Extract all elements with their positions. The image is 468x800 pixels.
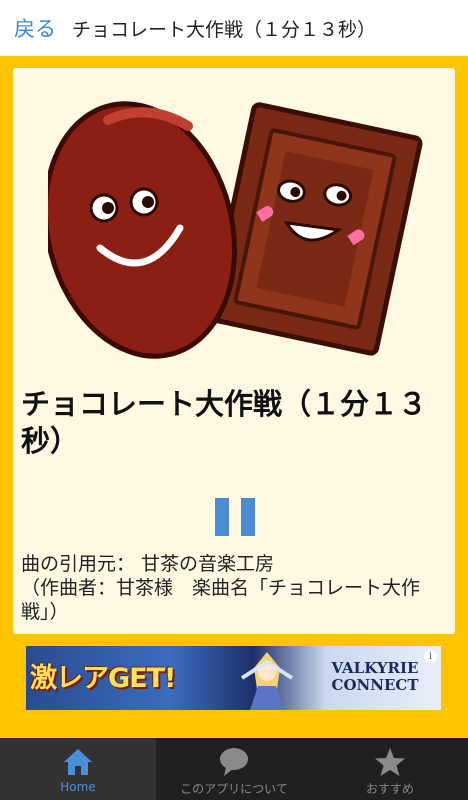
pause-button[interactable]	[215, 498, 255, 536]
speech-bubble-icon	[220, 748, 248, 776]
ad-brand: VALKYRIE CONNECT	[331, 659, 419, 694]
page-title: チョコレート大作戦（１分１３秒）	[72, 18, 377, 41]
home-icon	[64, 749, 92, 775]
top-bar: 戻る チョコレート大作戦（１分１３秒）	[0, 0, 468, 56]
ad-banner[interactable]: 激レアGET! VALKYRIE CONNECT i	[26, 646, 441, 710]
bottom-navigation: Home このアプリについて おすすめ	[0, 738, 468, 800]
back-link[interactable]: 戻る	[14, 13, 56, 43]
nav-about-label: このアプリについて	[180, 782, 288, 796]
pause-bar-right	[241, 498, 255, 536]
nav-recommended[interactable]: おすすめ	[312, 738, 468, 800]
nav-recommended-label: おすすめ	[365, 782, 414, 796]
player-card: チョコレート大作戦（１分１３秒） 曲の引用元： 甘茶の音楽工房 （作曲者：甘茶様…	[13, 68, 455, 634]
chocolate-artwork	[48, 101, 423, 359]
song-title: チョコレート大作戦（１分１３秒）	[21, 387, 428, 458]
music-credit: 曲の引用元： 甘茶の音楽工房 （作曲者：甘茶様 楽曲名「チョコレート大作戦」）	[21, 553, 421, 623]
ad-headline: 激レアGET!	[30, 663, 176, 694]
pause-bar-left	[215, 498, 229, 536]
ad-character-image	[240, 652, 294, 710]
info-icon[interactable]: i	[424, 650, 437, 663]
content-area: チョコレート大作戦（１分１３秒） 曲の引用元： 甘茶の音楽工房 （作曲者：甘茶様…	[0, 56, 468, 738]
nav-home-label: Home	[60, 780, 96, 794]
chocolate-bar-character	[207, 102, 423, 356]
nav-about[interactable]: このアプリについて	[156, 738, 312, 800]
star-icon	[375, 748, 405, 776]
nav-home[interactable]: Home	[0, 738, 156, 800]
